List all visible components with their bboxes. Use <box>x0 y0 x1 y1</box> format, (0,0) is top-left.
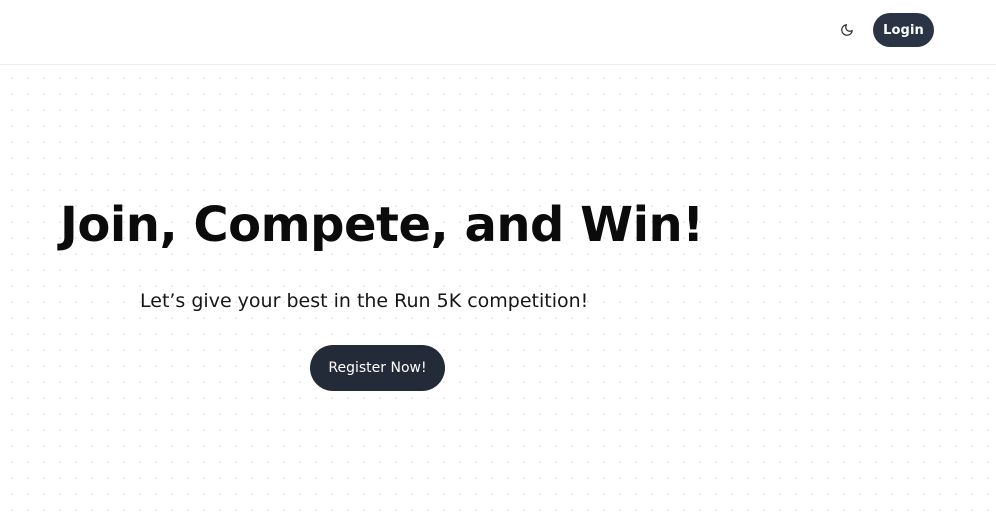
login-button[interactable]: Login <box>873 13 934 47</box>
hero-subtitle: Let’s give your best in the Run 5K compe… <box>140 290 589 312</box>
top-navbar: Login <box>0 0 996 65</box>
theme-toggle-button[interactable] <box>832 16 862 46</box>
register-now-button[interactable]: Register Now! <box>310 345 445 391</box>
landing-page: Login Join, Compete, and Win! Let’s give… <box>0 0 996 517</box>
moon-icon <box>840 22 854 41</box>
hero-title: Join, Compete, and Win! <box>60 197 704 253</box>
